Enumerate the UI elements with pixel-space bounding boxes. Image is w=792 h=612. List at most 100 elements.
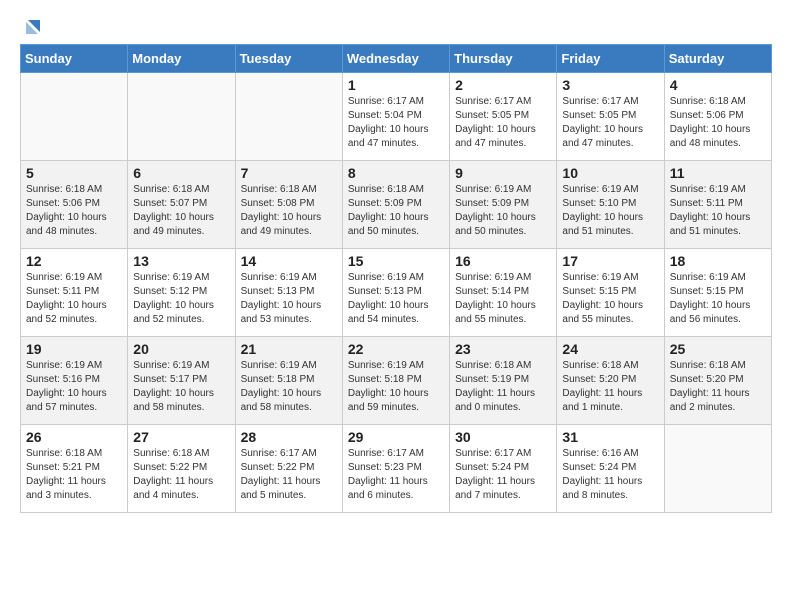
- calendar-cell: [128, 73, 235, 161]
- calendar-cell: [235, 73, 342, 161]
- weekday-header-friday: Friday: [557, 45, 664, 73]
- day-number: 4: [670, 77, 766, 93]
- calendar-cell: 30 Sunrise: 6:17 AM Sunset: 5:24 PM Dayli…: [450, 425, 557, 513]
- logo: [20, 16, 44, 32]
- day-number: 20: [133, 341, 229, 357]
- day-info: Sunrise: 6:19 AM Sunset: 5:10 PM Dayligh…: [562, 183, 658, 239]
- day-number: 25: [670, 341, 766, 357]
- day-number: 2: [455, 77, 551, 93]
- day-number: 27: [133, 429, 229, 445]
- weekday-header-monday: Monday: [128, 45, 235, 73]
- day-info: Sunrise: 6:17 AM Sunset: 5:05 PM Dayligh…: [562, 95, 658, 151]
- day-number: 28: [241, 429, 337, 445]
- calendar-cell: 18 Sunrise: 6:19 AM Sunset: 5:15 PM Dayli…: [664, 249, 771, 337]
- calendar-cell: 8 Sunrise: 6:18 AM Sunset: 5:09 PM Daylig…: [342, 161, 449, 249]
- day-info: Sunrise: 6:18 AM Sunset: 5:06 PM Dayligh…: [670, 95, 766, 151]
- weekday-header-thursday: Thursday: [450, 45, 557, 73]
- calendar-week-row: 12 Sunrise: 6:19 AM Sunset: 5:11 PM Dayli…: [21, 249, 772, 337]
- calendar-cell: 27 Sunrise: 6:18 AM Sunset: 5:22 PM Dayli…: [128, 425, 235, 513]
- day-info: Sunrise: 6:19 AM Sunset: 5:09 PM Dayligh…: [455, 183, 551, 239]
- day-info: Sunrise: 6:19 AM Sunset: 5:15 PM Dayligh…: [670, 271, 766, 327]
- day-number: 8: [348, 165, 444, 181]
- day-number: 29: [348, 429, 444, 445]
- day-number: 13: [133, 253, 229, 269]
- calendar-week-row: 26 Sunrise: 6:18 AM Sunset: 5:21 PM Dayli…: [21, 425, 772, 513]
- day-number: 10: [562, 165, 658, 181]
- calendar-cell: 16Sunrise: 6:19 AM Sunset: 5:14 PM Dayli…: [450, 249, 557, 337]
- calendar-cell: 7 Sunrise: 6:18 AM Sunset: 5:08 PM Daylig…: [235, 161, 342, 249]
- day-info: Sunrise: 6:18 AM Sunset: 5:22 PM Dayligh…: [133, 447, 229, 503]
- calendar-cell: 9 Sunrise: 6:19 AM Sunset: 5:09 PM Daylig…: [450, 161, 557, 249]
- day-number: 11: [670, 165, 766, 181]
- day-number: 3: [562, 77, 658, 93]
- calendar-cell: 11 Sunrise: 6:19 AM Sunset: 5:11 PM Dayli…: [664, 161, 771, 249]
- day-number: 14: [241, 253, 337, 269]
- day-number: 31: [562, 429, 658, 445]
- day-number: 12: [26, 253, 122, 269]
- calendar-cell: 3 Sunrise: 6:17 AM Sunset: 5:05 PM Daylig…: [557, 73, 664, 161]
- day-info: Sunrise: 6:18 AM Sunset: 5:09 PM Dayligh…: [348, 183, 444, 239]
- day-info: Sunrise: 6:18 AM Sunset: 5:20 PM Dayligh…: [670, 359, 766, 415]
- calendar-cell: 31 Sunrise: 6:16 AM Sunset: 5:24 PM Dayli…: [557, 425, 664, 513]
- weekday-header-wednesday: Wednesday: [342, 45, 449, 73]
- calendar-cell: 2Sunrise: 6:17 AM Sunset: 5:05 PM Daylig…: [450, 73, 557, 161]
- day-number: 26: [26, 429, 122, 445]
- calendar-cell: 13 Sunrise: 6:19 AM Sunset: 5:12 PM Dayli…: [128, 249, 235, 337]
- calendar-cell: 25 Sunrise: 6:18 AM Sunset: 5:20 PM Dayli…: [664, 337, 771, 425]
- calendar-cell: 5 Sunrise: 6:18 AM Sunset: 5:06 PM Daylig…: [21, 161, 128, 249]
- day-info: Sunrise: 6:19 AM Sunset: 5:18 PM Dayligh…: [241, 359, 337, 415]
- day-info: Sunrise: 6:17 AM Sunset: 5:23 PM Dayligh…: [348, 447, 444, 503]
- calendar-week-row: 1 Sunrise: 6:17 AM Sunset: 5:04 PM Daylig…: [21, 73, 772, 161]
- day-info: Sunrise: 6:19 AM Sunset: 5:11 PM Dayligh…: [670, 183, 766, 239]
- day-number: 21: [241, 341, 337, 357]
- day-info: Sunrise: 6:18 AM Sunset: 5:20 PM Dayligh…: [562, 359, 658, 415]
- weekday-header-row: SundayMondayTuesdayWednesdayThursdayFrid…: [21, 45, 772, 73]
- day-number: 15: [348, 253, 444, 269]
- day-info: Sunrise: 6:19 AM Sunset: 5:18 PM Dayligh…: [348, 359, 444, 415]
- day-number: 18: [670, 253, 766, 269]
- day-info: Sunrise: 6:18 AM Sunset: 5:21 PM Dayligh…: [26, 447, 122, 503]
- weekday-header-saturday: Saturday: [664, 45, 771, 73]
- weekday-header-sunday: Sunday: [21, 45, 128, 73]
- day-info: Sunrise: 6:19 AM Sunset: 5:13 PM Dayligh…: [348, 271, 444, 327]
- calendar-cell: 10 Sunrise: 6:19 AM Sunset: 5:10 PM Dayli…: [557, 161, 664, 249]
- day-number: 5: [26, 165, 122, 181]
- day-info: Sunrise: 6:17 AM Sunset: 5:24 PM Dayligh…: [455, 447, 551, 503]
- day-number: 30: [455, 429, 551, 445]
- day-number: 1: [348, 77, 444, 93]
- calendar-cell: 23Sunrise: 6:18 AM Sunset: 5:19 PM Dayli…: [450, 337, 557, 425]
- calendar-cell: [664, 425, 771, 513]
- calendar-cell: 21 Sunrise: 6:19 AM Sunset: 5:18 PM Dayli…: [235, 337, 342, 425]
- day-number: 9: [455, 165, 551, 181]
- day-info: Sunrise: 6:19 AM Sunset: 5:12 PM Dayligh…: [133, 271, 229, 327]
- day-number: 7: [241, 165, 337, 181]
- day-number: 19: [26, 341, 122, 357]
- calendar-cell: 29 Sunrise: 6:17 AM Sunset: 5:23 PM Dayli…: [342, 425, 449, 513]
- day-info: Sunrise: 6:17 AM Sunset: 5:04 PM Dayligh…: [348, 95, 444, 151]
- day-info: Sunrise: 6:19 AM Sunset: 5:11 PM Dayligh…: [26, 271, 122, 327]
- calendar-cell: 28 Sunrise: 6:17 AM Sunset: 5:22 PM Dayli…: [235, 425, 342, 513]
- calendar-cell: 17Sunrise: 6:19 AM Sunset: 5:15 PM Dayli…: [557, 249, 664, 337]
- calendar-cell: [21, 73, 128, 161]
- day-info: Sunrise: 6:18 AM Sunset: 5:08 PM Dayligh…: [241, 183, 337, 239]
- day-info: Sunrise: 6:18 AM Sunset: 5:06 PM Dayligh…: [26, 183, 122, 239]
- calendar-cell: 26 Sunrise: 6:18 AM Sunset: 5:21 PM Dayli…: [21, 425, 128, 513]
- calendar-cell: 4 Sunrise: 6:18 AM Sunset: 5:06 PM Daylig…: [664, 73, 771, 161]
- calendar-week-row: 5 Sunrise: 6:18 AM Sunset: 5:06 PM Daylig…: [21, 161, 772, 249]
- weekday-header-tuesday: Tuesday: [235, 45, 342, 73]
- day-number: 24: [562, 341, 658, 357]
- calendar-table: SundayMondayTuesdayWednesdayThursdayFrid…: [20, 44, 772, 513]
- day-info: Sunrise: 6:18 AM Sunset: 5:07 PM Dayligh…: [133, 183, 229, 239]
- day-info: Sunrise: 6:18 AM Sunset: 5:19 PM Dayligh…: [455, 359, 551, 415]
- calendar-week-row: 19Sunrise: 6:19 AM Sunset: 5:16 PM Dayli…: [21, 337, 772, 425]
- page: SundayMondayTuesdayWednesdayThursdayFrid…: [0, 0, 792, 529]
- day-info: Sunrise: 6:16 AM Sunset: 5:24 PM Dayligh…: [562, 447, 658, 503]
- calendar-cell: 22 Sunrise: 6:19 AM Sunset: 5:18 PM Dayli…: [342, 337, 449, 425]
- day-number: 22: [348, 341, 444, 357]
- day-number: 16: [455, 253, 551, 269]
- calendar-cell: 1 Sunrise: 6:17 AM Sunset: 5:04 PM Daylig…: [342, 73, 449, 161]
- calendar-cell: 12 Sunrise: 6:19 AM Sunset: 5:11 PM Dayli…: [21, 249, 128, 337]
- logo-arrow-icon: [22, 16, 44, 38]
- day-info: Sunrise: 6:17 AM Sunset: 5:22 PM Dayligh…: [241, 447, 337, 503]
- calendar-cell: 6Sunrise: 6:18 AM Sunset: 5:07 PM Daylig…: [128, 161, 235, 249]
